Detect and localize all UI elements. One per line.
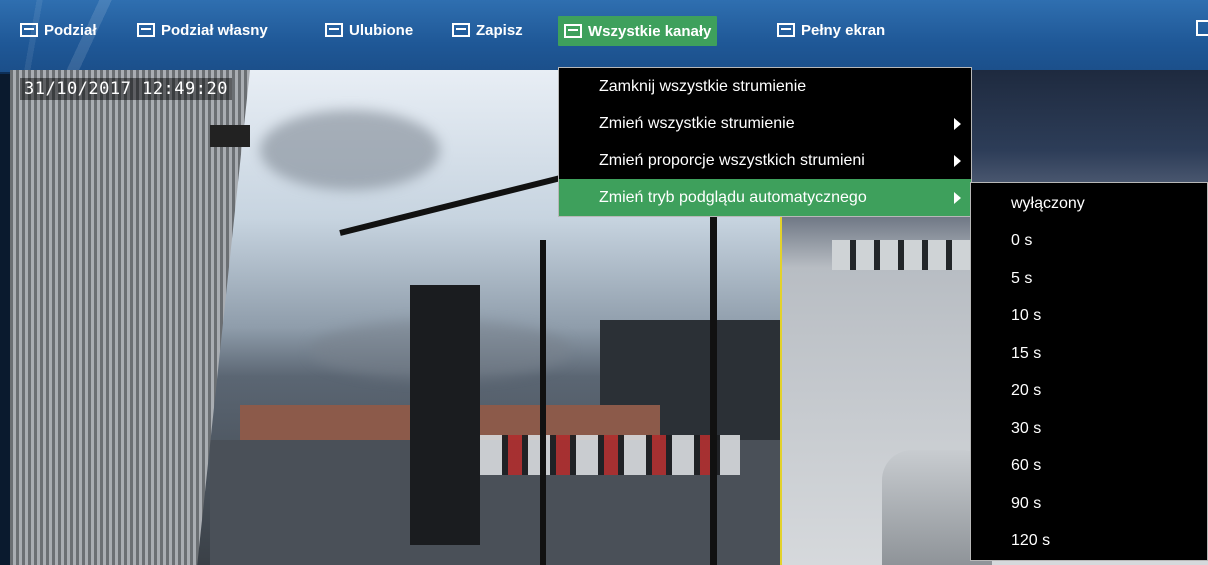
menu-item-close-all[interactable]: Zamknij wszystkie strumienie [559, 68, 971, 105]
cloud-shape [260, 110, 440, 190]
split-button[interactable]: Podział [20, 16, 97, 44]
custom-layout-icon [137, 23, 155, 37]
submenu-item-60s[interactable]: 60 s [971, 448, 1207, 486]
menu-item-label: Zmień tryb podglądu automatycznego [599, 188, 867, 206]
grid-icon [20, 23, 38, 37]
equipment-box [410, 285, 480, 545]
submenu-item-120s[interactable]: 120 s [971, 523, 1207, 561]
camera-timestamp: 31/10/2017 12:49:20 [20, 78, 232, 100]
submenu-item-20s[interactable]: 20 s [971, 373, 1207, 411]
submenu-item-90s[interactable]: 90 s [971, 485, 1207, 523]
menu-item-label: Zmień proporcje wszystkich strumieni [599, 151, 865, 169]
favorites-label: Ulubione [349, 21, 414, 39]
fullscreen-icon [777, 23, 795, 37]
split-label: Podział [44, 21, 97, 39]
toolbar: Podział Podział własny Ulubione Zapisz W… [0, 0, 1208, 74]
all-channels-menu: Zamknij wszystkie strumienie Zmień wszys… [558, 67, 972, 217]
railing-post [710, 200, 717, 565]
submenu-item-5s[interactable]: 5 s [971, 260, 1207, 298]
save-label: Zapisz [476, 21, 523, 39]
all-channels-label: Wszystkie kanały [588, 22, 712, 40]
menu-item-change-ratio[interactable]: Zmień proporcje wszystkich strumieni [559, 142, 971, 179]
camera-mount [210, 125, 250, 147]
fullscreen-label: Pełny ekran [801, 21, 886, 39]
all-channels-button[interactable]: Wszystkie kanały [558, 16, 718, 46]
menu-item-label: Zmień wszystkie strumienie [599, 114, 795, 132]
all-channels-icon [564, 24, 582, 38]
submenu-item-15s[interactable]: 15 s [971, 335, 1207, 373]
submenu-arrow-icon [954, 191, 961, 204]
parked-cars [480, 435, 740, 475]
submenu-item-10s[interactable]: 10 s [971, 298, 1207, 336]
submenu-arrow-icon [954, 154, 961, 167]
submenu-item-30s[interactable]: 30 s [971, 410, 1207, 448]
favorites-button[interactable]: Ulubione [325, 16, 413, 44]
overflow-icon[interactable] [1196, 20, 1208, 36]
menu-item-auto-preview-mode[interactable]: Zmień tryb podglądu automatycznego [559, 179, 971, 216]
favorites-icon [325, 23, 343, 37]
save-icon [452, 23, 470, 37]
menu-item-change-all[interactable]: Zmień wszystkie strumienie [559, 105, 971, 142]
railing-post [540, 240, 546, 565]
custom-split-label: Podział własny [161, 21, 268, 39]
submenu-arrow-icon [954, 117, 961, 130]
custom-split-button[interactable]: Podział własny [137, 16, 268, 44]
parked-cars [832, 240, 972, 270]
submenu-item-off[interactable]: wyłączony [971, 185, 1207, 223]
submenu-item-0s[interactable]: 0 s [971, 223, 1207, 261]
auto-preview-submenu: wyłączony 0 s 5 s 10 s 15 s 20 s 30 s 60… [970, 182, 1208, 561]
save-button[interactable]: Zapisz [452, 16, 523, 44]
fullscreen-button[interactable]: Pełny ekran [777, 16, 885, 44]
menu-item-label: Zamknij wszystkie strumienie [599, 77, 807, 95]
